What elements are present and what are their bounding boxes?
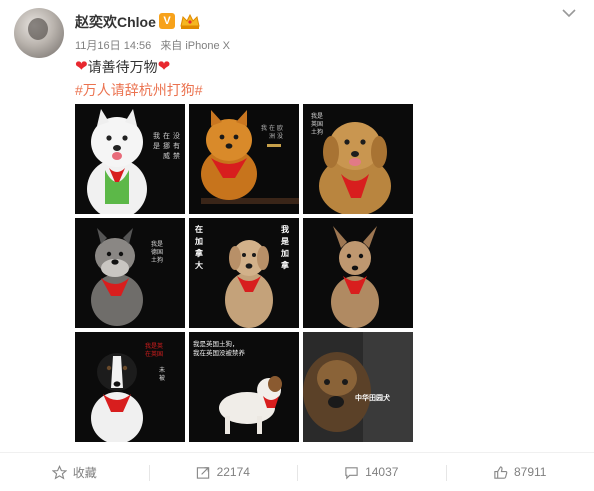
svg-text:英国: 英国	[311, 120, 323, 128]
svg-text:欧: 欧	[277, 124, 283, 132]
post-date[interactable]: 11月16日 14:56	[75, 40, 151, 52]
svg-text:在: 在	[269, 124, 275, 132]
svg-text:没: 没	[173, 131, 180, 140]
svg-text:拿: 拿	[194, 248, 204, 258]
hashtag-link[interactable]: #万人请辞杭州打狗#	[75, 80, 203, 100]
image-tile-4[interactable]: 我是 德国 土狗	[75, 218, 185, 328]
svg-text:土狗: 土狗	[151, 256, 163, 264]
svg-text:在: 在	[163, 131, 170, 140]
avatar[interactable]	[14, 8, 64, 58]
favorite-label: 收藏	[72, 465, 97, 480]
svg-text:没: 没	[277, 132, 283, 140]
svg-text:有: 有	[173, 141, 180, 150]
chevron-down-icon[interactable]	[560, 6, 578, 20]
image-caption: 我	[153, 131, 160, 140]
image-tile-9[interactable]: 中华田园犬	[303, 332, 413, 442]
favorite-button[interactable]: 收藏	[0, 453, 149, 491]
svg-text:是: 是	[280, 236, 289, 246]
username[interactable]: 赵奕欢Chloe	[75, 12, 156, 32]
like-count: 87911	[514, 465, 547, 479]
image-tile-7[interactable]: 我是英 在英国 未 被	[75, 332, 185, 442]
svg-text:中华田园犬: 中华田园犬	[355, 393, 391, 402]
svg-text:我是: 我是	[311, 112, 323, 120]
repost-count: 22174	[216, 465, 250, 479]
repost-icon	[196, 466, 209, 479]
svg-text:洲: 洲	[269, 133, 275, 140]
heart-icon: ❤	[75, 58, 88, 75]
svg-text:我在英国没被禁养: 我在英国没被禁养	[193, 348, 246, 357]
svg-text:是: 是	[153, 142, 160, 150]
heart-icon: ❤	[157, 58, 171, 75]
post-meta: 11月16日 14:56 来自 iPhone X	[75, 37, 236, 53]
svg-text:德国: 德国	[151, 248, 163, 256]
star-icon	[51, 464, 67, 479]
comment-button[interactable]: 14037	[297, 453, 446, 491]
repost-button[interactable]: 22174	[148, 453, 298, 491]
svg-text:被: 被	[159, 374, 165, 382]
image-tile-3[interactable]: 我是 英国 土狗	[303, 104, 413, 214]
crown-icon[interactable]	[179, 12, 201, 30]
svg-text:拿: 拿	[280, 260, 290, 270]
thumb-up-icon	[494, 465, 508, 479]
svg-text:我: 我	[281, 224, 289, 234]
verified-badge-icon[interactable]: V	[159, 13, 175, 29]
svg-text:挪: 挪	[163, 141, 170, 150]
image-tile-8[interactable]: 我是英国土狗， 我在英国没被禁养	[189, 332, 299, 442]
image-tile-6[interactable]	[303, 218, 413, 328]
weibo-post-card: 赵奕欢Chloe V 11月16日 14:56 来自 iPhone X ❤ 请善…	[0, 0, 594, 491]
like-button[interactable]: 87911	[445, 453, 594, 491]
svg-text:未: 未	[159, 366, 165, 374]
svg-text:土狗: 土狗	[311, 128, 323, 136]
svg-text:禁: 禁	[173, 152, 180, 160]
svg-text:我是英国土狗，: 我是英国土狗，	[193, 339, 239, 348]
svg-text:加: 加	[194, 236, 203, 246]
comment-icon	[345, 466, 358, 479]
svg-text:我是英: 我是英	[145, 342, 163, 350]
image-tile-1[interactable]: 我 是 在 挪 威 没 有 禁	[75, 104, 185, 214]
svg-text:我: 我	[261, 124, 267, 132]
comment-count: 14037	[365, 465, 399, 479]
svg-text:威: 威	[163, 151, 170, 160]
image-tile-5[interactable]: 在 加 拿 大 我 是 加 拿	[189, 218, 299, 328]
svg-text:在英国: 在英国	[145, 350, 163, 358]
svg-text:在: 在	[195, 224, 203, 234]
post-source: 来自 iPhone X	[160, 40, 231, 52]
svg-text:大: 大	[195, 260, 203, 270]
image-grid: 我 是 在 挪 威 没 有 禁 我 在 欧 洲 没 我是 英国 土狗 我是 德国…	[75, 104, 413, 442]
svg-text:加: 加	[280, 248, 289, 258]
svg-text:我是: 我是	[151, 240, 163, 248]
action-bar: 收藏 22174 14037 87911	[0, 452, 594, 491]
post-text-content: 请善待万物	[87, 59, 158, 75]
post-text: ❤ 请善待万物 ❤	[75, 57, 170, 77]
image-tile-2[interactable]: 我 在 欧 洲 没	[189, 104, 299, 214]
